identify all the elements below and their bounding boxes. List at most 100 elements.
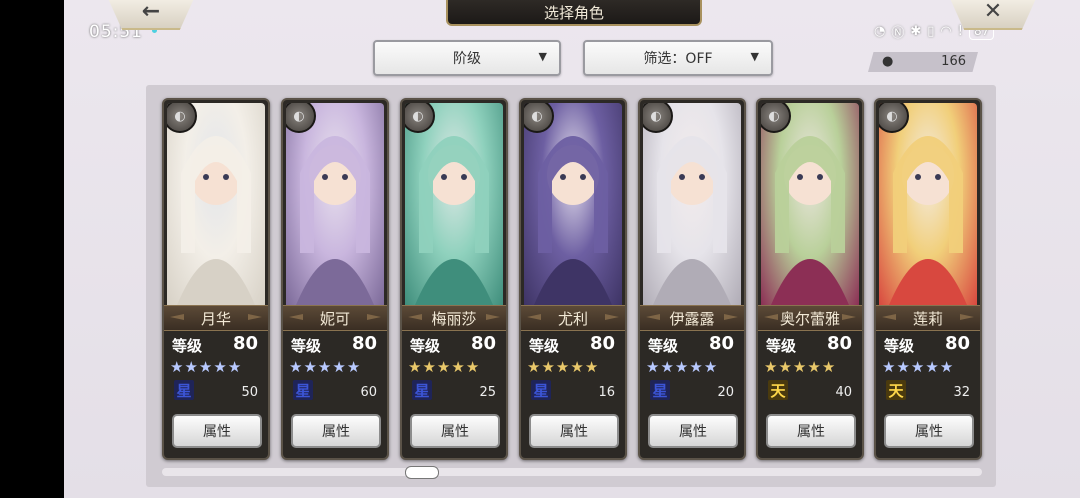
star-icon: ★ bbox=[289, 358, 303, 376]
attribute-button[interactable]: 属性 bbox=[766, 414, 856, 448]
level-value: 80 bbox=[470, 333, 496, 354]
level-value: 80 bbox=[708, 333, 734, 354]
card-value: 40 bbox=[835, 385, 852, 400]
character-name-text: 伊露露 bbox=[669, 309, 715, 328]
scroll-track[interactable] bbox=[162, 468, 982, 476]
character-name: 莲莉 bbox=[876, 305, 980, 331]
attribute-button[interactable]: 属性 bbox=[529, 414, 619, 448]
attribute-button-label: 属性 bbox=[441, 424, 469, 440]
character-name: 妮可 bbox=[283, 305, 387, 331]
card-value: 32 bbox=[953, 385, 970, 400]
level-value: 80 bbox=[944, 333, 970, 354]
close-icon: ✕ bbox=[983, 0, 1003, 24]
star-rating: ★ ★ ★ ★ ★ bbox=[527, 358, 598, 376]
star-icon: ★ bbox=[689, 358, 703, 376]
star-rating: ★ ★ ★ ★ ★ bbox=[764, 358, 835, 376]
level-label: 等级 bbox=[884, 337, 915, 355]
level-label: 等级 bbox=[172, 337, 203, 355]
star-icon: ★ bbox=[541, 358, 555, 376]
star-icon: ★ bbox=[436, 358, 451, 376]
star-icon: ★ bbox=[198, 358, 213, 376]
portrait-art bbox=[889, 136, 967, 305]
star-rating: ★ ★ ★ ★ ★ bbox=[170, 358, 241, 376]
star-icon: ★ bbox=[422, 358, 436, 376]
alert-icon: ! bbox=[957, 24, 963, 39]
character-count: ● 166 bbox=[868, 52, 978, 72]
star-icon: ★ bbox=[925, 358, 939, 376]
portrait-art bbox=[296, 136, 374, 305]
person-icon: ● bbox=[882, 54, 894, 69]
star-icon: ★ bbox=[332, 358, 346, 376]
attribute-button[interactable]: 属性 bbox=[648, 414, 738, 448]
star-icon: ★ bbox=[584, 358, 599, 376]
character-name-text: 奥尔蕾雅 bbox=[779, 309, 840, 328]
character-card[interactable]: ◐ 梅丽莎 等级 80 ★ ★ ★ ★ ★ 星 25 属性 bbox=[400, 98, 508, 460]
character-name: 奥尔蕾雅 bbox=[758, 305, 862, 331]
star-icon: ★ bbox=[317, 358, 332, 376]
attribute-button[interactable]: 属性 bbox=[410, 414, 500, 448]
star-icon: ★ bbox=[184, 358, 198, 376]
level-value: 80 bbox=[589, 333, 615, 354]
portrait-art bbox=[771, 136, 849, 305]
star-rating: ★ ★ ★ ★ ★ bbox=[289, 358, 360, 376]
character-name-text: 妮可 bbox=[319, 309, 350, 328]
attribute-button-label: 属性 bbox=[915, 424, 943, 440]
attribute-button-label: 属性 bbox=[203, 424, 231, 440]
character-portrait: ◐ bbox=[643, 103, 741, 305]
character-card[interactable]: ◐ 莲莉 等级 80 ★ ★ ★ ★ ★ 天 32 属性 bbox=[874, 98, 982, 460]
attribute-button-label: 属性 bbox=[679, 424, 707, 440]
star-icon: ★ bbox=[807, 358, 821, 376]
level-label: 等级 bbox=[529, 337, 560, 355]
attribute-button-label: 属性 bbox=[560, 424, 588, 440]
star-icon: ★ bbox=[555, 358, 570, 376]
star-icon: ★ bbox=[408, 358, 422, 376]
rank-icon: 星 bbox=[650, 380, 670, 400]
portrait-art bbox=[177, 136, 255, 305]
page-title: 选择角色 bbox=[446, 0, 702, 26]
attribute-button[interactable]: 属性 bbox=[884, 414, 974, 448]
level-label: 等级 bbox=[766, 337, 797, 355]
character-card[interactable]: ◐ 妮可 等级 80 ★ ★ ★ ★ ★ 星 60 属性 bbox=[281, 98, 389, 460]
character-card[interactable]: ◐ 伊露露 等级 80 ★ ★ ★ ★ ★ 星 20 属性 bbox=[638, 98, 746, 460]
star-icon: ★ bbox=[792, 358, 807, 376]
character-card[interactable]: ◐ 尤利 等级 80 ★ ★ ★ ★ ★ 星 16 属性 bbox=[519, 98, 627, 460]
character-portrait: ◐ bbox=[879, 103, 977, 305]
star-icon: ★ bbox=[451, 358, 465, 376]
character-name-text: 梅丽莎 bbox=[431, 309, 477, 328]
character-portrait: ◐ bbox=[405, 103, 503, 305]
card-value: 50 bbox=[241, 385, 258, 400]
star-icon: ★ bbox=[882, 358, 896, 376]
dropdown-arrow-icon: ▼ bbox=[538, 50, 547, 63]
portrait-art bbox=[653, 136, 731, 305]
rank-icon: 天 bbox=[886, 380, 906, 400]
character-name: 伊露露 bbox=[640, 305, 744, 331]
character-name-text: 尤利 bbox=[557, 309, 588, 328]
star-icon: ★ bbox=[896, 358, 910, 376]
character-card[interactable]: ◐ 月华 等级 80 ★ ★ ★ ★ ★ 星 50 属性 bbox=[162, 98, 270, 460]
card-value: 60 bbox=[360, 385, 377, 400]
wifi-icon: ◠ bbox=[940, 24, 952, 39]
attribute-button[interactable]: 属性 bbox=[172, 414, 262, 448]
card-value: 20 bbox=[717, 385, 734, 400]
character-card[interactable]: ◐ 奥尔蕾雅 等级 80 ★ ★ ★ ★ ★ 天 40 属性 bbox=[756, 98, 864, 460]
attribute-button-label: 属性 bbox=[797, 424, 825, 440]
rank-icon: 星 bbox=[293, 380, 313, 400]
star-icon: ★ bbox=[303, 358, 317, 376]
level-label: 等级 bbox=[291, 337, 322, 355]
star-icon: ★ bbox=[674, 358, 689, 376]
star-icon: ★ bbox=[821, 358, 836, 376]
star-icon: ★ bbox=[465, 358, 480, 376]
star-icon: ★ bbox=[939, 358, 954, 376]
back-arrow-icon: ← bbox=[141, 0, 161, 24]
bluetooth-icon: ✱ bbox=[910, 24, 922, 39]
class-dropdown[interactable]: 阶级 ▼ bbox=[373, 40, 561, 76]
attribute-button[interactable]: 属性 bbox=[291, 414, 381, 448]
vibrate-icon: ▯ bbox=[927, 24, 935, 39]
level-value: 80 bbox=[351, 333, 377, 354]
level-label: 等级 bbox=[410, 337, 441, 355]
rank-icon: 星 bbox=[412, 380, 432, 400]
scroll-thumb[interactable] bbox=[405, 466, 439, 479]
filter-dropdown[interactable]: 筛选：OFF ▼ bbox=[583, 40, 773, 76]
star-icon: ★ bbox=[227, 358, 242, 376]
character-name-text: 莲莉 bbox=[912, 309, 943, 328]
